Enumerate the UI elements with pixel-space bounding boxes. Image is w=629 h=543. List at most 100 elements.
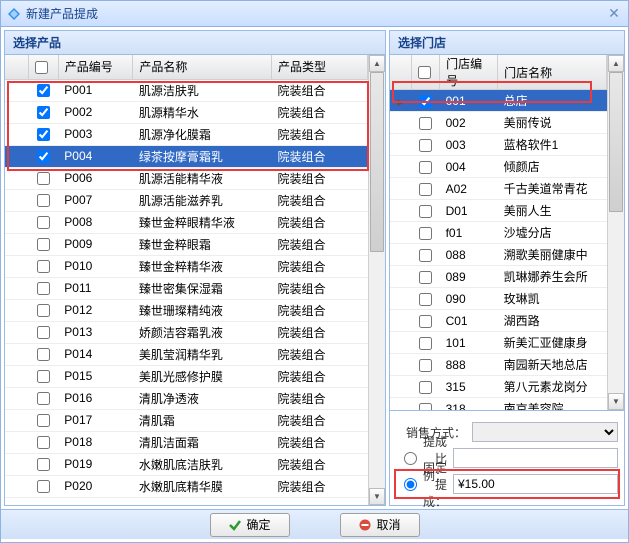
scrollbar[interactable]: ▲ ▼ [607, 55, 624, 410]
table-row[interactable]: P012臻世珊璨精纯液院装组合 [5, 299, 368, 321]
row-checkbox[interactable] [37, 194, 50, 207]
app-icon [7, 7, 21, 21]
table-row[interactable]: 090玫琳凯 [390, 288, 607, 310]
row-checkbox[interactable] [37, 304, 50, 317]
table-row[interactable]: P019水嫩肌底洁肤乳院装组合 [5, 453, 368, 475]
col-product-name[interactable]: 产品名称 [133, 55, 272, 79]
col-product-code[interactable]: 产品编号 [58, 55, 133, 79]
table-row[interactable]: C01湖西路 [390, 310, 607, 332]
scroll-down-icon[interactable]: ▼ [608, 393, 624, 410]
row-checkbox[interactable] [37, 436, 50, 449]
scroll-thumb[interactable] [609, 72, 623, 212]
row-checkbox[interactable] [419, 117, 432, 130]
table-row[interactable]: 004倾颜店 [390, 156, 607, 178]
row-checkbox[interactable] [419, 227, 432, 240]
table-row[interactable]: 089凯琳娜养生会所 [390, 266, 607, 288]
scrollbar[interactable]: ▲ ▼ [368, 55, 385, 505]
title-bar: 新建产品提成 ✕ [1, 1, 628, 27]
row-checkbox[interactable] [37, 370, 50, 383]
table-row[interactable]: f01沙墟分店 [390, 222, 607, 244]
table-row[interactable]: P008臻世金粹眼精华液院装组合 [5, 211, 368, 233]
col-store-name[interactable]: 门店名称 [498, 55, 607, 90]
table-row[interactable]: P006肌源活能精华液院装组合 [5, 167, 368, 189]
table-row[interactable]: P009臻世金粹眼霜院装组合 [5, 233, 368, 255]
sale-mode-select[interactable] [472, 422, 618, 442]
scroll-up-icon[interactable]: ▲ [369, 55, 385, 72]
table-row[interactable]: P003肌源净化膜霜院装组合 [5, 123, 368, 145]
table-row[interactable]: ▶001总店 [390, 90, 607, 112]
row-checkbox[interactable] [37, 282, 50, 295]
cancel-button[interactable]: 取消 [340, 513, 420, 537]
table-row[interactable]: P010臻世金粹精华液院装组合 [5, 255, 368, 277]
table-row[interactable]: P014美肌莹润精华乳院装组合 [5, 343, 368, 365]
table-row[interactable]: 101新美汇亚健康身 [390, 332, 607, 354]
row-checkbox[interactable] [37, 238, 50, 251]
table-row[interactable]: P001肌源洁肤乳院装组合 [5, 79, 368, 101]
row-checkbox[interactable] [37, 84, 50, 97]
row-checkbox[interactable] [419, 337, 432, 350]
ratio-radio[interactable] [404, 452, 417, 465]
table-row[interactable]: P018清肌洁面霜院装组合 [5, 431, 368, 453]
row-checkbox[interactable] [37, 106, 50, 119]
row-checkbox[interactable] [419, 161, 432, 174]
col-marker [5, 55, 28, 79]
row-checkbox[interactable] [37, 326, 50, 339]
row-checkbox[interactable] [37, 172, 50, 185]
row-checkbox[interactable] [419, 403, 432, 410]
row-checkbox[interactable] [419, 205, 432, 218]
row-checkbox[interactable] [419, 271, 432, 284]
row-checkbox[interactable] [419, 359, 432, 372]
dialog-footer: 确定 取消 [1, 509, 628, 539]
scroll-up-icon[interactable]: ▲ [608, 55, 624, 72]
scroll-down-icon[interactable]: ▼ [369, 488, 385, 505]
row-checkbox[interactable] [419, 139, 432, 152]
product-grid[interactable]: 产品编号 产品名称 产品类型 P001肌源洁肤乳院装组合P002肌源精华水院装组… [5, 55, 368, 505]
table-row[interactable]: P011臻世密集保湿霜院装组合 [5, 277, 368, 299]
close-icon[interactable]: ✕ [606, 6, 622, 22]
row-checkbox[interactable] [419, 315, 432, 328]
table-row[interactable]: 088溯歌美丽健康中 [390, 244, 607, 266]
fixed-input[interactable] [453, 474, 618, 494]
row-checkbox[interactable] [37, 392, 50, 405]
row-checkbox[interactable] [37, 260, 50, 273]
col-store-code[interactable]: 门店编号 [440, 55, 498, 90]
table-row[interactable]: P002肌源精华水院装组合 [5, 101, 368, 123]
table-row[interactable]: D01美丽人生 [390, 200, 607, 222]
row-checkbox[interactable] [37, 480, 50, 493]
table-row[interactable]: 888南园新天地总店 [390, 354, 607, 376]
table-row[interactable]: P020水嫩肌底精华膜院装组合 [5, 475, 368, 497]
col-product-type[interactable]: 产品类型 [272, 55, 368, 79]
row-checkbox[interactable] [37, 128, 50, 141]
row-checkbox[interactable] [37, 458, 50, 471]
table-row[interactable]: P015美肌光感修护膜院装组合 [5, 365, 368, 387]
dialog-body: 选择产品 产品编号 产品名称 产品类型 P001肌源洁肤乳院装组合P002肌源精… [1, 27, 628, 509]
table-row[interactable]: A02千古美道常青花 [390, 178, 607, 200]
row-checkbox[interactable] [37, 216, 50, 229]
col-check-header[interactable] [28, 55, 58, 79]
row-checkbox[interactable] [419, 183, 432, 196]
row-checkbox[interactable] [37, 348, 50, 361]
row-checkbox[interactable] [419, 95, 432, 108]
store-grid[interactable]: 门店编号 门店名称 ▶001总店002美丽传说003蓝格软件1004倾颜店A02… [390, 55, 607, 410]
table-row[interactable]: 315第八元素龙岗分 [390, 376, 607, 398]
table-row[interactable]: P004绿茶按摩膏霜乳院装组合 [5, 145, 368, 167]
row-checkbox[interactable] [37, 414, 50, 427]
scroll-thumb[interactable] [370, 72, 384, 252]
row-checkbox[interactable] [37, 150, 50, 163]
table-row[interactable]: 002美丽传说 [390, 112, 607, 134]
row-checkbox[interactable] [419, 381, 432, 394]
table-row[interactable]: P016清肌净透液院装组合 [5, 387, 368, 409]
row-checkbox[interactable] [419, 249, 432, 262]
ok-button[interactable]: 确定 [210, 513, 290, 537]
ratio-input[interactable] [453, 448, 618, 468]
table-row[interactable]: P007肌源活能滋养乳院装组合 [5, 189, 368, 211]
table-row[interactable]: P013娇颜洁容霜乳液院装组合 [5, 321, 368, 343]
table-row[interactable]: 003蓝格软件1 [390, 134, 607, 156]
table-row[interactable]: P017清肌霜院装组合 [5, 409, 368, 431]
table-row[interactable]: 318南京美容院 [390, 398, 607, 411]
dialog-title: 新建产品提成 [26, 5, 606, 22]
fixed-radio[interactable] [404, 478, 417, 491]
col-check-header[interactable] [412, 55, 440, 90]
col-marker [390, 55, 412, 90]
row-checkbox[interactable] [419, 293, 432, 306]
